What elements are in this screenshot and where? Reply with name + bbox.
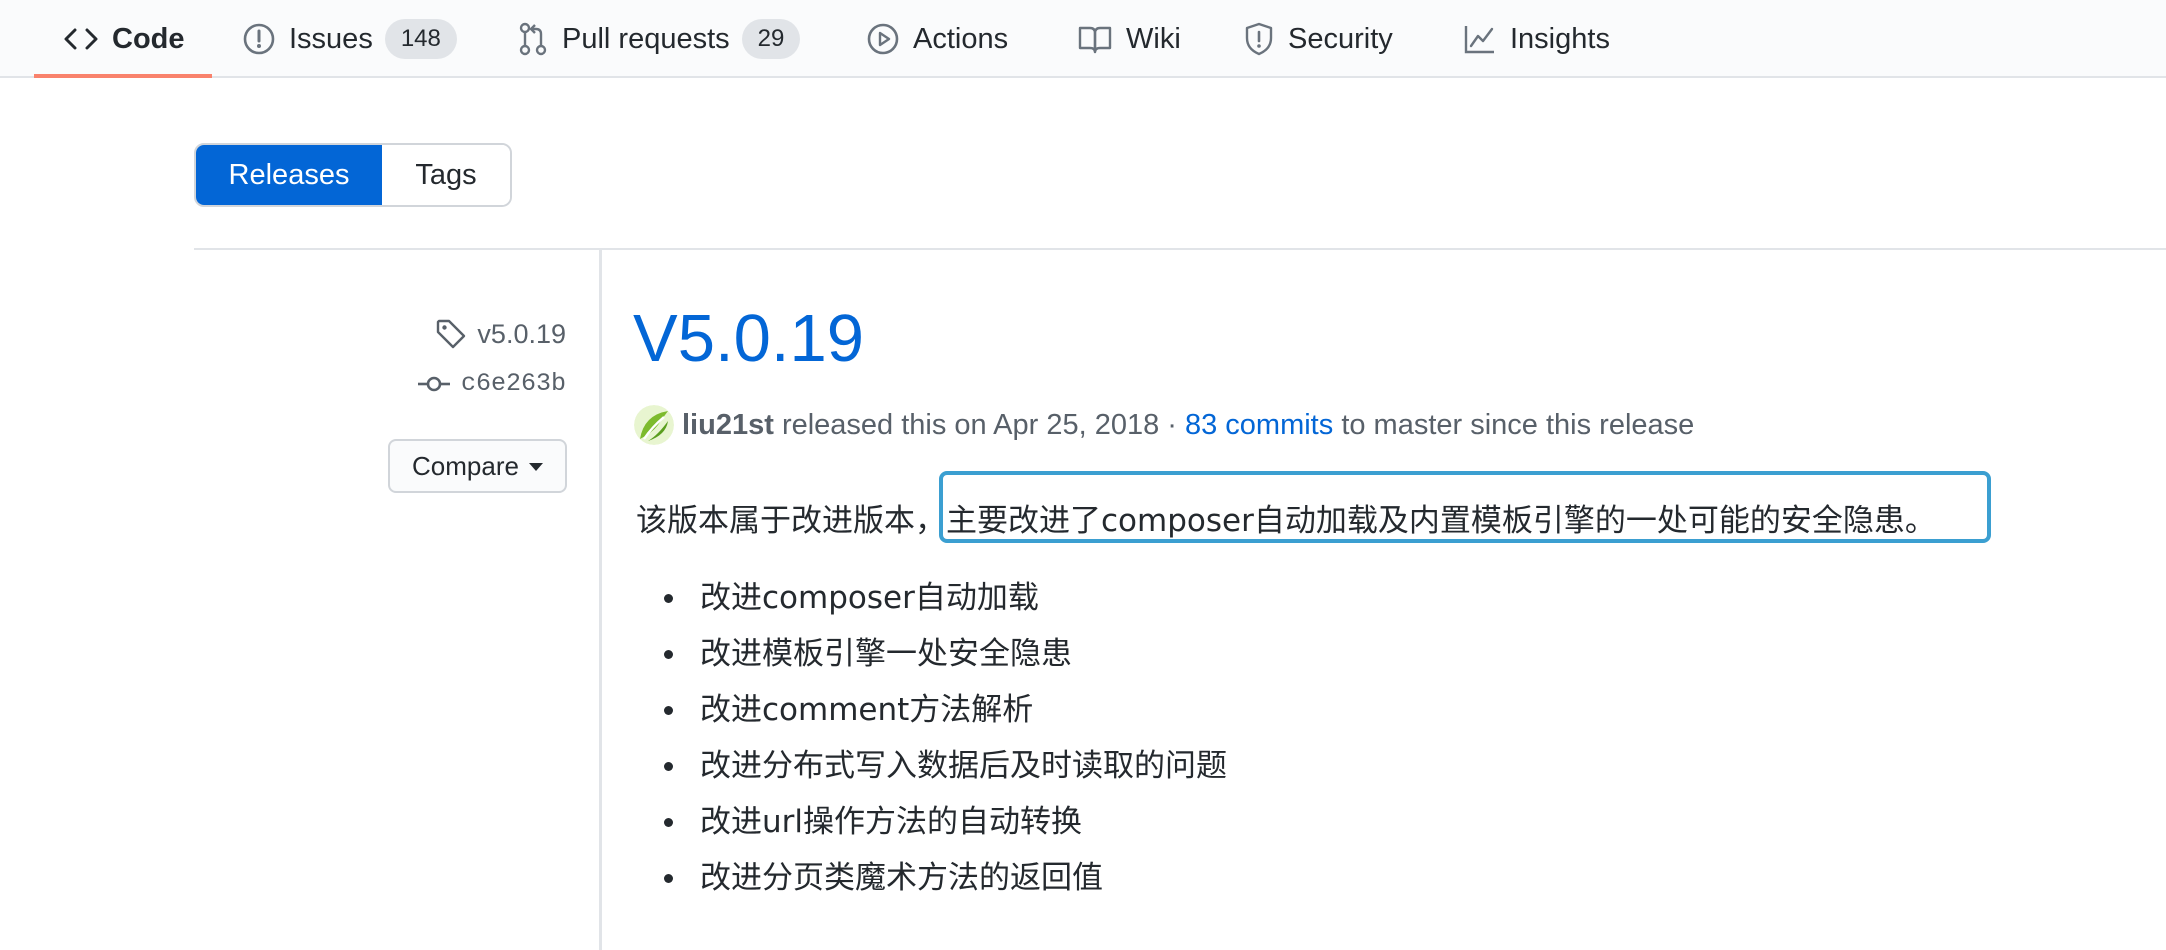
git-pull-request-icon xyxy=(518,22,548,56)
tab-code[interactable]: Code xyxy=(64,0,185,78)
repo-navigation: Code Issues 148 Pull requests 29 Actions… xyxy=(0,0,2166,78)
graph-icon xyxy=(1464,24,1496,54)
tab-issues[interactable]: Issues 148 xyxy=(243,0,457,78)
release-notes-list: 改进composer自动加载 改进模板引擎一处安全隐患 改进comment方法解… xyxy=(664,578,1227,914)
tab-wiki-label: Wiki xyxy=(1126,22,1181,55)
list-item: 改进url操作方法的自动转换 xyxy=(664,802,1227,858)
release-timeline-divider xyxy=(599,250,602,950)
release-title[interactable]: V5.0.19 xyxy=(633,305,864,372)
tab-issues-label: Issues xyxy=(289,22,373,55)
release-author[interactable]: liu21st xyxy=(682,409,774,442)
book-icon xyxy=(1078,24,1112,54)
release-commit-sha: c6e263b xyxy=(460,369,566,398)
play-icon xyxy=(867,23,899,55)
tab-code-label: Code xyxy=(112,22,185,55)
list-item: 改进分布式写入数据后及时读取的问题 xyxy=(664,746,1227,802)
release-byline: liu21st released this on Apr 25, 2018 · … xyxy=(634,404,1694,446)
tag-icon xyxy=(435,318,467,350)
issues-count-badge: 148 xyxy=(384,19,457,59)
code-icon xyxy=(64,27,98,51)
shield-icon xyxy=(1244,22,1274,56)
tab-pull-requests[interactable]: Pull requests 29 xyxy=(518,0,801,78)
list-item: 改进composer自动加载 xyxy=(664,578,1227,634)
tab-actions-label: Actions xyxy=(913,22,1009,55)
selected-tab-underline xyxy=(34,74,212,78)
compare-button-label: Compare xyxy=(412,450,519,481)
releases-tags-subnav: Releases Tags xyxy=(194,143,512,207)
author-avatar[interactable] xyxy=(634,405,674,445)
highlight-annotation-box xyxy=(939,471,1991,543)
section-divider xyxy=(194,248,2166,250)
released-date-text: released this on Apr 25, 2018 · xyxy=(781,408,1177,441)
caret-down-icon xyxy=(528,463,543,471)
list-item: 改进分页类魔术方法的返回值 xyxy=(664,858,1227,914)
tab-insights-label: Insights xyxy=(1510,22,1610,55)
tab-security[interactable]: Security xyxy=(1244,0,1393,78)
releases-tab[interactable]: Releases xyxy=(196,145,382,205)
issue-opened-icon xyxy=(243,23,275,55)
tab-security-label: Security xyxy=(1288,22,1393,55)
tab-insights[interactable]: Insights xyxy=(1464,0,1610,78)
release-commit-link[interactable]: c6e263b xyxy=(417,369,566,398)
tab-actions[interactable]: Actions xyxy=(867,0,1008,78)
pull-requests-count-badge: 29 xyxy=(741,19,801,59)
tags-tab[interactable]: Tags xyxy=(382,145,510,205)
commits-since-suffix: to master since this release xyxy=(1341,408,1695,441)
list-item: 改进comment方法解析 xyxy=(664,690,1227,746)
tab-pull-requests-label: Pull requests xyxy=(562,22,730,55)
git-commit-icon xyxy=(417,374,451,394)
release-tag-link[interactable]: v5.0.19 xyxy=(435,318,566,350)
commits-since-link[interactable]: 83 commits xyxy=(1185,409,1333,442)
release-tag-name: v5.0.19 xyxy=(477,318,566,349)
tab-wiki[interactable]: Wiki xyxy=(1078,0,1181,78)
compare-button[interactable]: Compare xyxy=(388,439,567,493)
list-item: 改进模板引擎一处安全隐患 xyxy=(664,634,1227,690)
